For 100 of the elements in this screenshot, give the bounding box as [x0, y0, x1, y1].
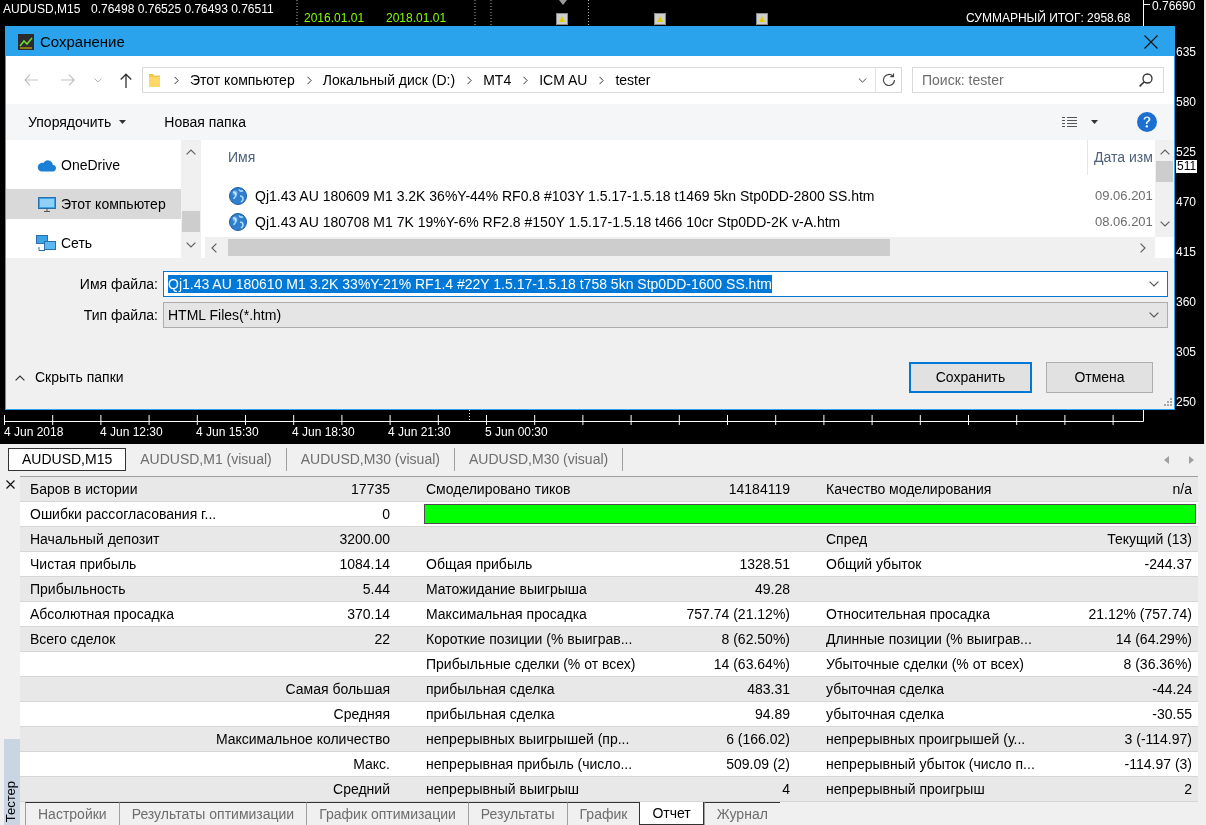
scroll-left-icon[interactable]: [1164, 456, 1169, 464]
chart-marker-icon: [654, 13, 666, 25]
price-label: 415: [1176, 246, 1197, 259]
globe-icon: [229, 213, 247, 231]
details-view-icon[interactable]: [1062, 116, 1077, 128]
chevron-right-icon[interactable]: [174, 75, 179, 85]
report-value: 3200.00: [339, 531, 390, 547]
report-value: 0: [382, 506, 390, 522]
report-label: Максимальная просадка: [426, 606, 587, 622]
caret-down-icon[interactable]: [1091, 120, 1098, 124]
tester-tab[interactable]: Результаты: [467, 802, 567, 825]
resize-grip-icon: [1162, 397, 1172, 407]
breadcrumb[interactable]: Этот компьютер: [190, 71, 295, 89]
chart-quote: 0.76498 0.76525 0.76493 0.76511: [91, 2, 274, 16]
chevron-down-icon[interactable]: [1149, 312, 1159, 318]
chevron-up-icon[interactable]: [1159, 149, 1170, 155]
chart-tab[interactable]: AUDUSD,M1 (visual): [126, 448, 287, 471]
scrollbar-thumb[interactable]: [1156, 161, 1173, 182]
report-value: 757.74 (21.12%): [686, 606, 790, 622]
network-icon: [36, 235, 56, 251]
report-value: 8 (62.50%): [721, 631, 790, 647]
chart-tab[interactable]: AUDUSD,M30 (visual): [286, 448, 455, 471]
report-value: 509.09 (2): [726, 756, 790, 772]
scroll-right-icon[interactable]: [1189, 456, 1194, 464]
breadcrumb[interactable]: tester: [615, 71, 651, 89]
report-value: 14 (63.64%): [713, 656, 790, 672]
breadcrumb[interactable]: ICM AU: [539, 71, 588, 89]
tester-tab[interactable]: Результаты оптимизации: [118, 802, 307, 825]
report-value: 22: [374, 631, 390, 647]
chart-tab[interactable]: AUDUSD,M30 (visual): [454, 448, 624, 471]
breadcrumb[interactable]: Локальный диск (D:): [322, 71, 456, 89]
column-header[interactable]: Дата изм: [1088, 140, 1155, 175]
close-icon[interactable]: [6, 480, 15, 489]
price-label: 360: [1176, 296, 1197, 309]
chevron-left-icon[interactable]: [211, 242, 217, 253]
nav-item[interactable]: OneDrive: [6, 150, 181, 180]
chevron-right-icon[interactable]: [599, 75, 605, 85]
report-label: Прибыльные сделки (% от всех): [426, 656, 636, 672]
tester-tab[interactable]: Журнал: [703, 802, 780, 825]
report-label: Прибыльность: [30, 581, 126, 597]
chart-marker-icon: [756, 13, 768, 25]
globe-icon: [229, 187, 247, 205]
search-icon: [1139, 73, 1153, 87]
report-label: Абсолютная просадка: [30, 606, 174, 622]
report-value: 8 (36.36%): [1123, 656, 1192, 672]
chevron-down-icon[interactable]: [858, 77, 867, 83]
price-label: 250: [1176, 396, 1197, 409]
search-field[interactable]: Поиск: tester: [912, 67, 1164, 93]
up-arrow-icon[interactable]: [120, 72, 132, 88]
chevron-right-icon[interactable]: [523, 75, 529, 85]
report-value: 1084.14: [339, 556, 390, 572]
report-value: 3 (-114.97): [1124, 731, 1192, 747]
tester-tab[interactable]: График оптимизации: [306, 802, 468, 825]
hide-folders-button[interactable]: Скрыть папки: [15, 367, 124, 388]
new-folder-button[interactable]: Новая папка: [156, 109, 254, 135]
dialog-button[interactable]: Сохранить: [909, 362, 1032, 393]
breadcrumb[interactable]: MT4: [483, 71, 512, 89]
report-group-label: Макс.: [353, 756, 390, 772]
organize-button[interactable]: Упорядочить: [20, 109, 135, 135]
file-name[interactable]: Qj1.43 AU 180708 M1 7K 19%Y-6% RF2.8 #150Y 1.5.17-1.5.18 t466 10cr Stp0DD-2K v-A.htm: [255, 213, 841, 231]
scrollbar-thumb[interactable]: [182, 211, 200, 232]
panel-title: Тестер: [4, 780, 19, 822]
field-label: Тип файла:: [82, 306, 158, 324]
file-name-field[interactable]: Qj1.43 AU 180610 M1 3.2K 33%Y-21% RF1.4 #22Y 1.5.17-1.5.18 t758 5kn Stp0DD-1600 SS.htm: [163, 271, 1168, 297]
report-group-label: Средняя: [333, 706, 390, 722]
report-label: непрерывных проигрышей (у...: [826, 731, 1026, 747]
chevron-down-icon[interactable]: [1159, 221, 1170, 227]
address-bar[interactable]: Этот компьютер Локальный диск (D:) MT4 ICM AU tester: [142, 67, 902, 93]
report-label: Общая прибыль: [426, 556, 533, 572]
report-value: 14184119: [728, 481, 790, 497]
report-label: Начальный депозит: [30, 531, 160, 547]
tester-tab[interactable]: Отчет: [639, 802, 704, 825]
report-value: 17735: [351, 481, 390, 497]
file-name[interactable]: Qj1.43 AU 180609 M1 3.2K 36%Y-44% RF0.8 #103Y 1.5.17-1.5.18 t1469 5kn Stp0DD-2800 SS.htm: [255, 187, 875, 205]
help-icon[interactable]: [1137, 112, 1157, 132]
chevron-right-icon[interactable]: [1140, 242, 1146, 253]
chevron-right-icon[interactable]: [467, 75, 473, 85]
column-header[interactable]: Имя: [205, 140, 1088, 175]
refresh-icon[interactable]: [882, 73, 896, 87]
current-price-label: 511: [1176, 160, 1198, 173]
price-label: 0.76690: [1152, 0, 1196, 13]
scrollbar-thumb[interactable]: [228, 239, 890, 256]
report-label: непрерывная прибыль (число...: [426, 756, 633, 772]
chevron-down-icon[interactable]: [186, 242, 196, 248]
close-icon: [1144, 34, 1158, 49]
nav-item[interactable]: Сеть: [6, 228, 181, 258]
chevron-up-icon[interactable]: [186, 149, 196, 155]
file-type-dropdown[interactable]: HTML Files(*.htm): [163, 302, 1168, 328]
chevron-down-icon[interactable]: [1149, 281, 1159, 287]
dialog-button[interactable]: Отмена: [1046, 362, 1153, 393]
time-label: 5 Jun 00:30: [485, 426, 548, 439]
chevron-right-icon[interactable]: [306, 75, 312, 85]
report-label: Спред: [826, 531, 868, 547]
chart-tab[interactable]: AUDUSD,M15: [8, 448, 127, 471]
tester-tab[interactable]: Настройки: [25, 802, 119, 825]
nav-item[interactable]: Этот компьютер: [6, 189, 181, 219]
report-label: непрерывный убыток (число п...: [826, 756, 1035, 772]
report-label: убыточная сделка: [826, 706, 945, 722]
file-date: 08.06.201: [1094, 214, 1153, 230]
report-group-label: Средний: [333, 781, 390, 797]
